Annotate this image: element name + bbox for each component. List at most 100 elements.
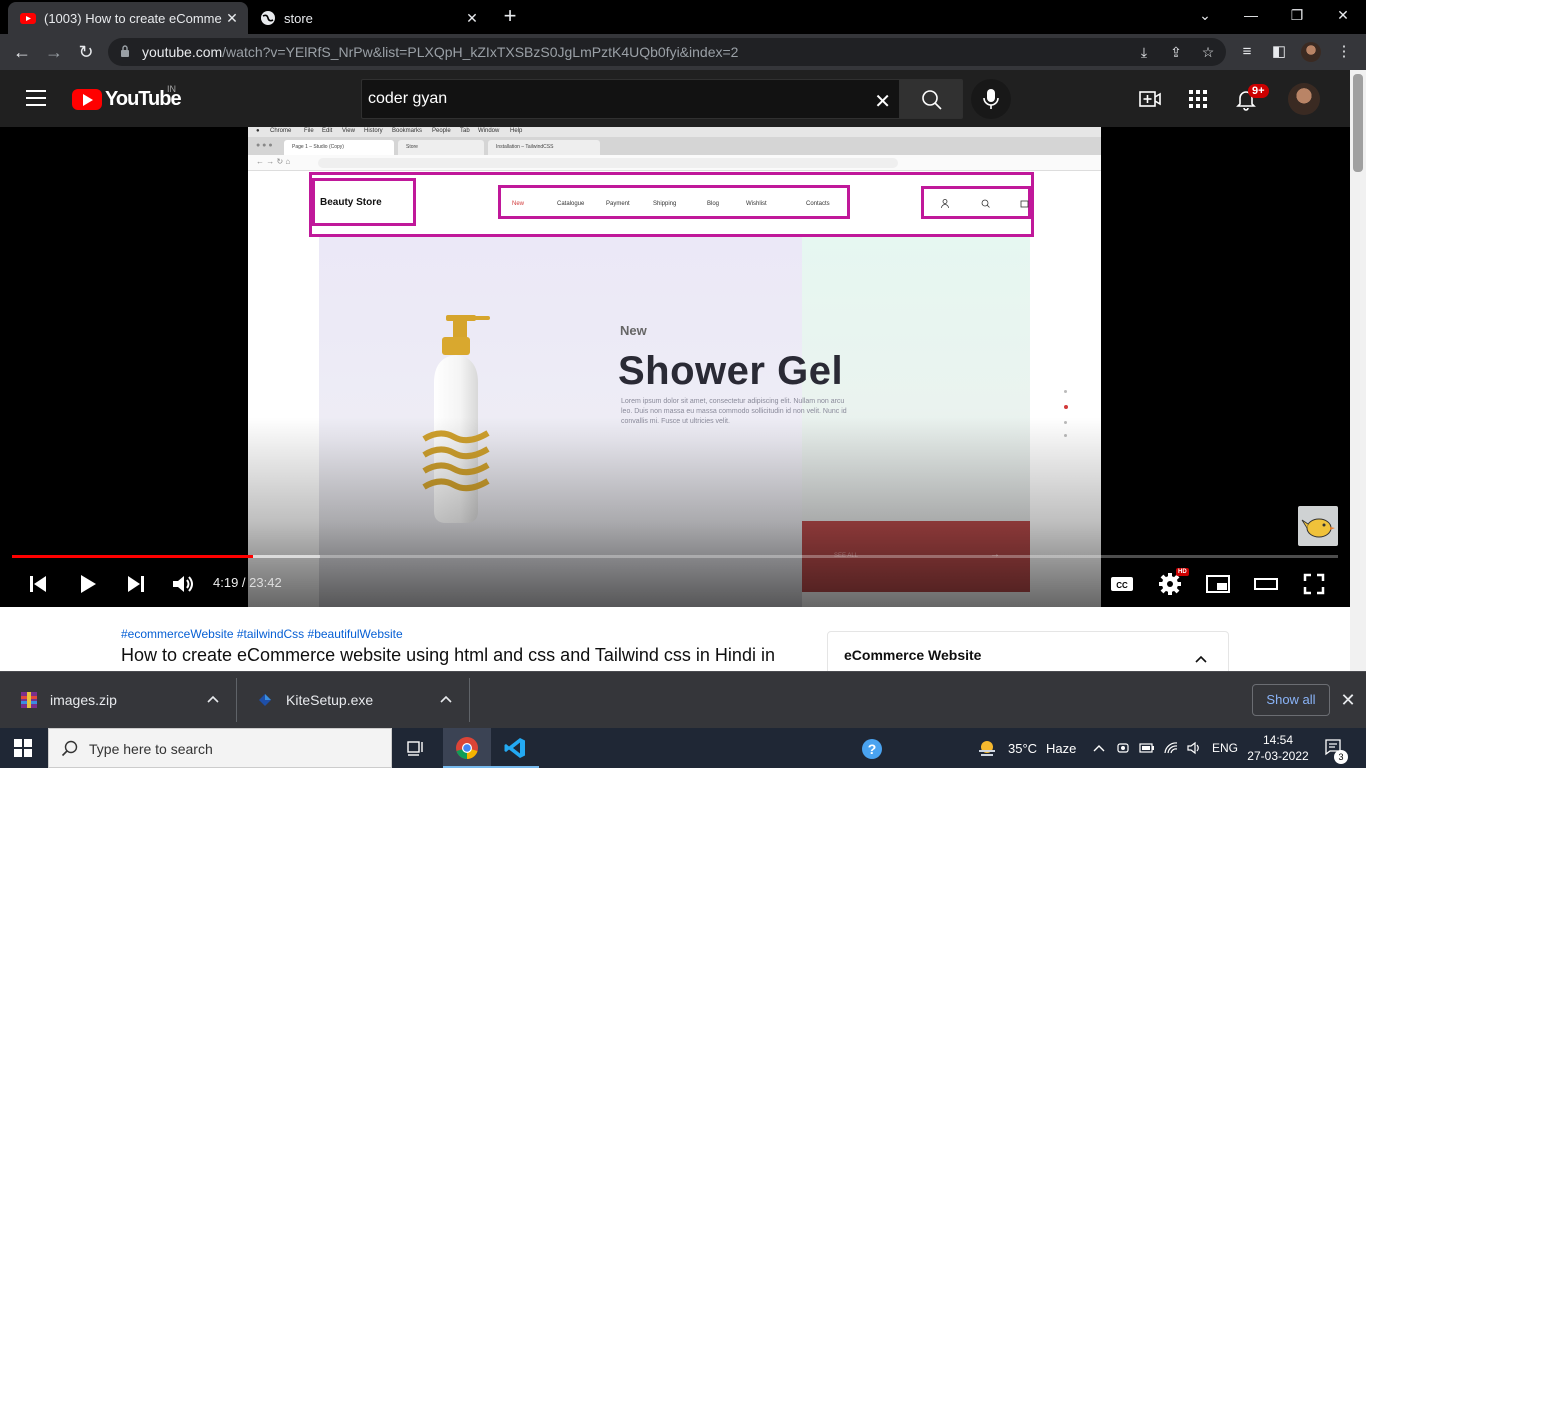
share-icon[interactable]: ⇪ xyxy=(1168,44,1184,60)
recorded-menu-item: File xyxy=(304,128,314,134)
youtube-logo[interactable]: YouTube IN xyxy=(72,84,182,110)
input-language[interactable]: ENG xyxy=(1212,741,1238,755)
install-icon[interactable]: ⤓ xyxy=(1136,44,1152,60)
profile-avatar[interactable] xyxy=(1301,42,1321,62)
recorded-menu-item: Edit xyxy=(322,128,333,134)
scrollbar-thumb[interactable] xyxy=(1353,74,1363,172)
new-tab-button[interactable]: + xyxy=(498,4,522,28)
recorded-menu-item: Bookmarks xyxy=(392,128,423,134)
download-item[interactable]: images.zip xyxy=(0,678,236,722)
side-panel-icon[interactable]: ◧ xyxy=(1269,42,1289,62)
reading-list-icon[interactable]: ≡ xyxy=(1237,42,1257,62)
current-time: 4:19 xyxy=(213,575,239,590)
search-icon xyxy=(922,90,942,110)
youtube-play-logo-icon xyxy=(72,88,102,110)
url-host: youtube.com xyxy=(142,44,223,60)
slider-dot xyxy=(1064,390,1067,393)
recorded-menu-item: Help xyxy=(510,128,523,134)
restore-button[interactable]: ❐ xyxy=(1274,0,1320,30)
url-text: youtube.com/watch?v=YElRfS_NrPw&list=PLX… xyxy=(142,44,738,60)
show-all-downloads-button[interactable]: Show all xyxy=(1252,684,1330,716)
task-view-icon xyxy=(407,741,423,756)
chevron-up-icon[interactable] xyxy=(439,692,453,706)
playlist-title[interactable]: eCommerce Website xyxy=(844,647,981,663)
account-avatar[interactable] xyxy=(1288,83,1320,115)
weather-condition[interactable]: Haze xyxy=(1046,741,1076,756)
globe-icon xyxy=(261,11,275,25)
clock-date: 27-03-2022 xyxy=(1247,749,1309,763)
tab-youtube[interactable]: (1003) How to create eCommerce ✕ xyxy=(8,2,248,34)
previous-video-icon[interactable] xyxy=(24,570,52,598)
download-item[interactable]: KiteSetup.exe xyxy=(236,678,469,722)
recorded-menubar: ● Chrome File Edit View History Bookmark… xyxy=(248,127,1101,137)
tab-title: (1003) How to create eCommerce xyxy=(44,10,222,26)
help-icon[interactable]: ? xyxy=(860,737,884,761)
search-input[interactable]: coder gyan ✕ xyxy=(361,79,899,119)
menu-icon[interactable] xyxy=(26,90,46,106)
windows-taskbar: Type here to search ? 35°C Haze ENG 14:5… xyxy=(0,728,1366,768)
volume-icon[interactable] xyxy=(169,570,197,598)
create-video-icon[interactable] xyxy=(1138,87,1162,111)
channel-watermark[interactable] xyxy=(1298,506,1338,546)
progress-bar[interactable] xyxy=(12,555,1338,558)
tab-close-icon[interactable]: ✕ xyxy=(462,10,482,27)
speaker-icon[interactable] xyxy=(1186,740,1202,756)
download-filename: KiteSetup.exe xyxy=(286,692,374,708)
taskbar-clock[interactable]: 14:54 27-03-2022 xyxy=(1244,732,1312,764)
weather-temperature[interactable]: 35°C xyxy=(1008,741,1037,756)
video-player[interactable]: ● Chrome File Edit View History Bookmark… xyxy=(0,127,1350,607)
recorded-tabstrip: ● ● ● Page 1 – Studio (Copy) Store Insta… xyxy=(248,137,1101,155)
taskbar-vscode[interactable] xyxy=(491,728,539,768)
fullscreen-icon[interactable] xyxy=(1300,570,1328,598)
play-icon[interactable] xyxy=(73,570,101,598)
reload-icon[interactable]: ↻ xyxy=(74,40,98,64)
weather-haze-icon[interactable] xyxy=(976,738,998,758)
address-bar[interactable]: youtube.com/watch?v=YElRfS_NrPw&list=PLX… xyxy=(108,38,1226,66)
task-view-button[interactable] xyxy=(392,728,440,768)
download-filename: images.zip xyxy=(50,692,117,708)
chrome-icon xyxy=(456,737,478,759)
svg-text:CC: CC xyxy=(1116,581,1128,590)
video-title: How to create eCommerce website using ht… xyxy=(121,645,775,665)
clear-search-icon[interactable]: ✕ xyxy=(874,89,891,114)
battery-icon[interactable] xyxy=(1139,740,1155,756)
notification-badge: 9+ xyxy=(1248,84,1269,98)
chevron-up-icon[interactable] xyxy=(206,692,220,706)
voice-search-button[interactable] xyxy=(971,79,1011,119)
search-button[interactable] xyxy=(899,79,963,119)
tab-close-icon[interactable]: ✕ xyxy=(222,10,242,27)
search-icon xyxy=(61,740,78,757)
apps-grid-icon[interactable] xyxy=(1186,87,1210,111)
bookmark-star-icon[interactable]: ☆ xyxy=(1200,44,1216,60)
browser-menu-icon[interactable]: ⋮ xyxy=(1334,42,1354,62)
forward-icon[interactable]: → xyxy=(42,40,66,64)
wifi-icon[interactable] xyxy=(1163,740,1179,756)
recorded-user-icon xyxy=(941,199,949,208)
tab-search-icon[interactable]: ⌄ xyxy=(1182,0,1228,30)
page-scrollbar[interactable] xyxy=(1350,70,1366,671)
minimize-button[interactable]: — xyxy=(1228,0,1274,30)
time-display: 4:19 / 23:42 xyxy=(213,575,282,590)
taskbar-search-input[interactable]: Type here to search xyxy=(48,728,392,768)
theater-mode-icon[interactable] xyxy=(1252,570,1280,598)
windows-start-icon[interactable] xyxy=(14,739,32,757)
recorded-menu-item: Tab xyxy=(460,128,470,134)
slider-dot xyxy=(1064,421,1067,424)
close-downloads-icon[interactable]: ✕ xyxy=(1338,690,1358,710)
video-hashtags[interactable]: #ecommerceWebsite #tailwindCss #beautifu… xyxy=(121,627,403,641)
lock-icon[interactable] xyxy=(120,45,130,57)
camera-icon[interactable] xyxy=(1115,740,1131,756)
closed-captions-icon[interactable]: CC xyxy=(1108,570,1136,598)
chevron-up-icon[interactable] xyxy=(1194,652,1208,666)
download-divider xyxy=(469,678,470,722)
recorded-menu-item: Chrome xyxy=(270,128,292,134)
taskbar-chrome[interactable] xyxy=(443,728,491,768)
recorded-cart-icon xyxy=(1020,200,1029,208)
close-window-button[interactable]: ✕ xyxy=(1320,0,1366,30)
recorded-nav-item: Wishlist xyxy=(746,201,767,207)
next-video-icon[interactable] xyxy=(122,570,150,598)
tab-store[interactable]: store ✕ xyxy=(248,2,488,34)
back-icon[interactable]: ← xyxy=(10,40,34,64)
miniplayer-icon[interactable] xyxy=(1204,570,1232,598)
chevron-up-icon[interactable] xyxy=(1091,740,1107,756)
